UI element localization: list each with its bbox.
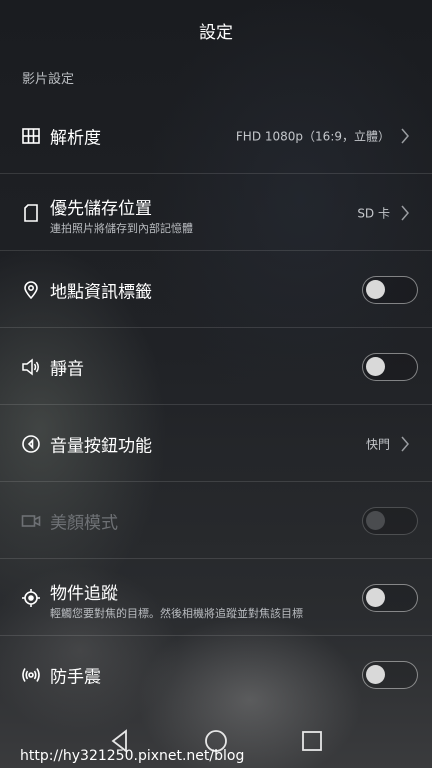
setting-label: 物件追蹤 bbox=[50, 584, 118, 604]
video-camera-icon bbox=[20, 510, 42, 532]
setting-label: 地點資訊標籤 bbox=[50, 282, 152, 302]
page-title: 設定 bbox=[199, 23, 233, 43]
setting-location-tag: 地點資訊標籤 bbox=[0, 251, 432, 328]
setting-storage-location[interactable]: 優先儲存位置 連拍照片將儲存到內部記憶體 SD 卡 bbox=[0, 174, 432, 251]
watermark-text: http://hy321250.pixnet.net/blog bbox=[20, 748, 245, 764]
object-tracking-toggle[interactable] bbox=[362, 583, 418, 612]
setting-mute: 靜音 bbox=[0, 328, 432, 405]
mute-toggle[interactable] bbox=[362, 352, 418, 381]
location-tag-toggle[interactable] bbox=[362, 275, 418, 304]
chevron-right-icon bbox=[401, 205, 409, 220]
setting-value: SD 卡 bbox=[357, 206, 390, 220]
sd-card-icon bbox=[20, 202, 42, 224]
setting-beauty-mode: 美顏模式 bbox=[0, 482, 432, 559]
recent-apps-icon[interactable] bbox=[299, 728, 325, 754]
setting-label: 防手震 bbox=[50, 667, 101, 687]
setting-description: 輕觸您要對焦的目標。然後相機將追蹤並對焦該目標 bbox=[50, 607, 303, 620]
beauty-mode-toggle bbox=[362, 506, 418, 535]
setting-label: 音量按鈕功能 bbox=[50, 436, 152, 456]
grid-icon bbox=[20, 125, 42, 147]
stabilization-icon bbox=[20, 664, 42, 686]
chevron-right-icon bbox=[401, 128, 409, 143]
volume-button-icon bbox=[20, 433, 42, 455]
stabilization-toggle[interactable] bbox=[362, 660, 418, 689]
setting-description: 連拍照片將儲存到內部記憶體 bbox=[50, 222, 193, 235]
speaker-icon bbox=[20, 356, 42, 378]
setting-value: FHD 1080p（16:9，立體） bbox=[235, 129, 390, 143]
setting-stabilization: 防手震 bbox=[0, 636, 432, 713]
setting-label: 解析度 bbox=[50, 128, 101, 148]
section-header-video: 影片設定 bbox=[22, 72, 75, 87]
setting-label: 優先儲存位置 bbox=[50, 199, 152, 219]
target-icon bbox=[20, 587, 42, 609]
setting-label: 美顏模式 bbox=[50, 513, 118, 533]
chevron-right-icon bbox=[401, 436, 409, 451]
setting-value: 快門 bbox=[365, 437, 390, 451]
location-pin-icon bbox=[20, 279, 42, 301]
setting-object-tracking: 物件追蹤 輕觸您要對焦的目標。然後相機將追蹤並對焦該目標 bbox=[0, 559, 432, 636]
setting-label: 靜音 bbox=[50, 359, 84, 379]
setting-resolution[interactable]: 解析度 FHD 1080p（16:9，立體） bbox=[0, 97, 432, 174]
setting-volume-button[interactable]: 音量按鈕功能 快門 bbox=[0, 405, 432, 482]
